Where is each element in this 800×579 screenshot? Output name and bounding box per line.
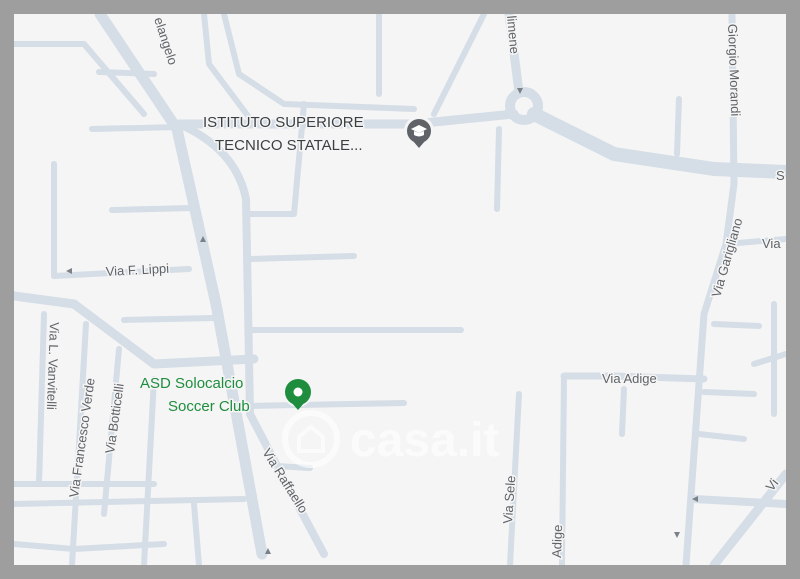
- street-label-clemente: limene: [504, 15, 522, 54]
- road: [674, 96, 682, 157]
- road: [751, 351, 786, 367]
- poi-soccer-name-line1: ASD Solocalcio: [140, 375, 243, 392]
- road-main-east: [527, 107, 786, 179]
- road: [690, 495, 786, 508]
- road-network: [14, 14, 786, 565]
- street-label-giorgio-morandi: Giorgio Morandi: [725, 24, 743, 117]
- poi-soccer-club[interactable]: ASD Solocalcio Soccer Club: [139, 374, 313, 417]
- street-label-via-adige: Via Adige: [602, 371, 657, 386]
- road: [14, 496, 247, 507]
- road: [431, 14, 487, 117]
- road: [14, 541, 167, 552]
- poi-school-name-line1: ISTITUTO SUPERIORE: [203, 114, 364, 131]
- graduation-cap-icon[interactable]: [404, 116, 434, 148]
- map-frame[interactable]: elangelo limene Giorgio Morandi S Via Ga…: [14, 14, 786, 565]
- road: [247, 400, 407, 409]
- road: [109, 205, 195, 213]
- street-label-via-francesco-verde: Via Francesco Verde: [66, 377, 98, 498]
- road: [247, 253, 357, 262]
- street-label-s: S: [776, 168, 785, 183]
- house-icon: [282, 410, 340, 468]
- street-label-via-botticelli: Via Botticelli: [102, 382, 127, 454]
- road: [96, 69, 157, 77]
- road: [711, 321, 762, 329]
- street-label-michelangelo: elangelo: [151, 15, 180, 66]
- road: [89, 124, 182, 132]
- road: [494, 126, 502, 212]
- road: [619, 386, 627, 437]
- map-canvas[interactable]: elangelo limene Giorgio Morandi S Via Ga…: [14, 14, 786, 565]
- street-label-via-garigliano: Via Garigliano: [708, 216, 745, 298]
- street-label-via-right: Via: [762, 236, 781, 251]
- road: [701, 389, 757, 397]
- road-via-l-vanvitelli: [36, 311, 47, 487]
- casa-watermark: casa.it: [282, 410, 499, 468]
- road: [191, 501, 202, 565]
- road: [141, 376, 157, 565]
- road: [221, 14, 417, 112]
- road: [121, 315, 217, 323]
- road: [696, 431, 747, 442]
- one-way-arrow-icon: [674, 532, 680, 538]
- street-label-adige: Adige: [549, 524, 565, 558]
- watermark-text: casa.it: [350, 414, 499, 467]
- street-label-via-l-vanvitelli: Via L. Vanvitelli: [44, 322, 62, 410]
- poi-soccer-name-line2: Soccer Club: [168, 398, 250, 415]
- street-label-via-f-lippi: Via F. Lippi: [105, 261, 169, 279]
- street-label-via-sele: Via Sele: [500, 475, 518, 524]
- street-label-via-raffaello: Via Raffaello: [259, 446, 311, 516]
- poi-school-name-line2: TECNICO STATALE...: [215, 137, 363, 154]
